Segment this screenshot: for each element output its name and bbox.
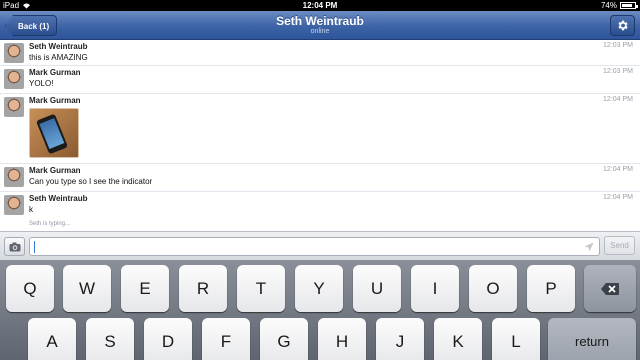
key-t[interactable]: T bbox=[237, 265, 285, 312]
backspace-icon bbox=[601, 282, 619, 295]
key-g[interactable]: G bbox=[260, 318, 308, 360]
status-time: 12:04 PM bbox=[302, 1, 338, 10]
typing-indicator: Seth is typing... bbox=[29, 221, 71, 227]
nav-bar: Back (1) Seth Weintraub online bbox=[0, 11, 640, 40]
message-list[interactable]: Seth Weintraub this is AMAZING 12:03 PM … bbox=[0, 40, 640, 231]
camera-button[interactable] bbox=[4, 237, 25, 256]
camera-icon bbox=[9, 242, 20, 251]
text-caret bbox=[34, 241, 35, 253]
photo-attachment[interactable] bbox=[29, 108, 79, 158]
battery-percent: 74% bbox=[600, 1, 617, 10]
presence-status: online bbox=[310, 28, 330, 35]
message-item: Seth Weintraub this is AMAZING 12:03 PM bbox=[0, 40, 640, 66]
phone-image bbox=[35, 113, 69, 155]
keyboard: Q W E R T Y U I O P A S D F G H J K L re… bbox=[0, 260, 640, 360]
avatar bbox=[4, 167, 24, 187]
message-item: Mark Gurman Can you type so I see the in… bbox=[0, 164, 640, 192]
message-text: YOLO! bbox=[29, 79, 54, 88]
key-o[interactable]: O bbox=[469, 265, 517, 312]
avatar bbox=[4, 43, 24, 63]
avatar bbox=[4, 69, 24, 89]
key-s[interactable]: S bbox=[86, 318, 134, 360]
composer-bar bbox=[0, 231, 640, 260]
key-e[interactable]: E bbox=[121, 265, 169, 312]
key-d[interactable]: D bbox=[144, 318, 192, 360]
message-item: Seth Weintraub k 12:04 PM bbox=[0, 192, 640, 231]
message-time: 12:03 PM bbox=[603, 68, 633, 75]
message-time: 12:04 PM bbox=[603, 96, 633, 103]
message-sender: Mark Gurman bbox=[29, 166, 81, 175]
message-sender: Seth Weintraub bbox=[29, 194, 88, 203]
message-text: Can you type so I see the indicator bbox=[29, 177, 153, 186]
key-u[interactable]: U bbox=[353, 265, 401, 312]
key-l[interactable]: L bbox=[492, 318, 540, 360]
message-sender: Mark Gurman bbox=[29, 96, 81, 105]
key-i[interactable]: I bbox=[411, 265, 459, 312]
message-sender: Mark Gurman bbox=[29, 68, 81, 77]
key-a[interactable]: A bbox=[28, 318, 76, 360]
backspace-key[interactable] bbox=[584, 265, 636, 312]
return-key[interactable]: return bbox=[548, 318, 636, 360]
send-button[interactable]: Send bbox=[604, 236, 635, 255]
key-h[interactable]: H bbox=[318, 318, 366, 360]
key-w[interactable]: W bbox=[63, 265, 111, 312]
chat-title: Seth Weintraub bbox=[276, 14, 364, 28]
key-k[interactable]: K bbox=[434, 318, 482, 360]
message-item: Mark Gurman 12:04 PM bbox=[0, 94, 640, 164]
message-text: k bbox=[29, 205, 33, 214]
key-f[interactable]: F bbox=[202, 318, 250, 360]
message-text: this is AMAZING bbox=[29, 53, 88, 62]
battery-icon bbox=[620, 2, 638, 9]
message-time: 12:04 PM bbox=[603, 194, 633, 201]
avatar bbox=[4, 195, 24, 215]
gear-icon bbox=[618, 20, 628, 31]
message-input[interactable] bbox=[29, 237, 600, 256]
key-j[interactable]: J bbox=[376, 318, 424, 360]
key-y[interactable]: Y bbox=[295, 265, 343, 312]
settings-button[interactable] bbox=[610, 15, 635, 36]
message-sender: Seth Weintraub bbox=[29, 42, 88, 51]
key-r[interactable]: R bbox=[179, 265, 227, 312]
message-time: 12:04 PM bbox=[603, 166, 633, 173]
status-bar: iPad 12:04 PM 74% bbox=[0, 0, 640, 11]
message-time: 12:03 PM bbox=[603, 42, 633, 49]
avatar bbox=[4, 97, 24, 117]
location-icon[interactable] bbox=[584, 242, 594, 252]
key-q[interactable]: Q bbox=[6, 265, 54, 312]
key-p[interactable]: P bbox=[527, 265, 575, 312]
message-item: Mark Gurman YOLO! 12:03 PM bbox=[0, 66, 640, 94]
